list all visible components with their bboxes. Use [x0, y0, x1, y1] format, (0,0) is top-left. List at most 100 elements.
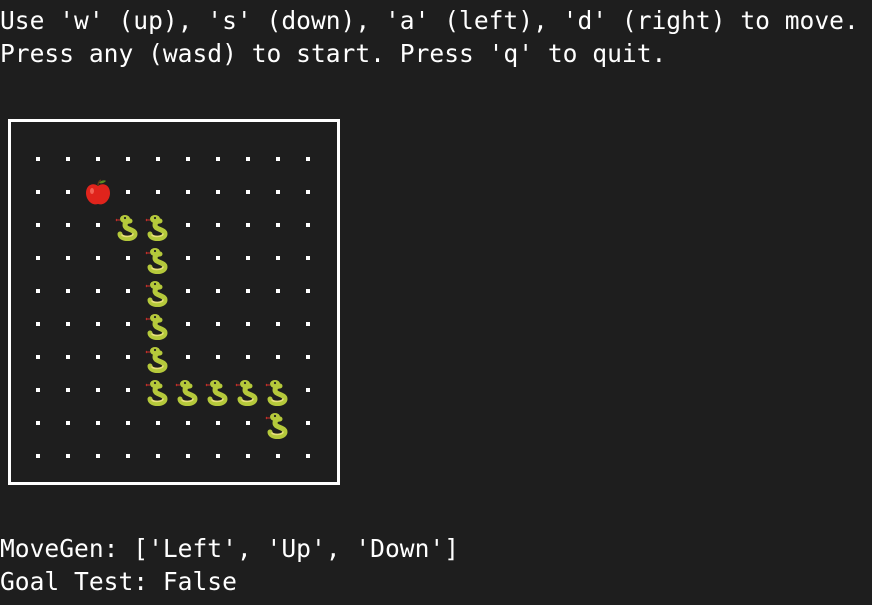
empty-cell	[293, 342, 323, 375]
empty-cell	[53, 177, 83, 210]
empty-cell-dot	[216, 157, 220, 161]
empty-cell-dot	[126, 322, 130, 326]
empty-cell	[23, 177, 53, 210]
empty-cell	[83, 309, 113, 342]
empty-cell-dot	[246, 223, 250, 227]
empty-cell	[173, 243, 203, 276]
empty-cell	[23, 144, 53, 177]
snake-segment	[143, 276, 173, 309]
snake-icon	[235, 380, 258, 406]
movegen-text: MoveGen: ['Left', 'Up', 'Down']	[0, 534, 460, 563]
empty-cell	[113, 441, 143, 474]
empty-cell	[113, 408, 143, 441]
empty-cell	[233, 210, 263, 243]
empty-cell-dot	[66, 289, 70, 293]
empty-cell-dot	[66, 190, 70, 194]
empty-cell	[113, 144, 143, 177]
empty-cell	[53, 441, 83, 474]
empty-cell	[23, 243, 53, 276]
empty-cell	[203, 243, 233, 276]
empty-cell-dot	[216, 289, 220, 293]
empty-cell	[23, 342, 53, 375]
snake-icon	[145, 380, 168, 406]
empty-cell	[53, 342, 83, 375]
empty-cell	[143, 408, 173, 441]
empty-cell	[293, 375, 323, 408]
empty-cell-dot	[96, 322, 100, 326]
empty-cell-dot	[216, 421, 220, 425]
empty-cell-dot	[186, 322, 190, 326]
empty-cell-dot	[36, 322, 40, 326]
empty-cell	[113, 243, 143, 276]
empty-cell	[233, 276, 263, 309]
empty-cell-dot	[276, 157, 280, 161]
empty-cell	[53, 408, 83, 441]
empty-cell	[113, 309, 143, 342]
empty-cell	[233, 309, 263, 342]
empty-cell-dot	[186, 157, 190, 161]
empty-cell	[143, 144, 173, 177]
empty-cell	[203, 177, 233, 210]
empty-cell	[293, 210, 323, 243]
empty-cell	[173, 408, 203, 441]
empty-cell	[263, 342, 293, 375]
empty-cell-dot	[216, 190, 220, 194]
empty-cell	[83, 441, 113, 474]
empty-cell-dot	[306, 223, 310, 227]
empty-cell-dot	[306, 355, 310, 359]
empty-cell	[263, 210, 293, 243]
empty-cell	[263, 243, 293, 276]
empty-cell-dot	[276, 223, 280, 227]
empty-cell	[83, 210, 113, 243]
empty-cell-dot	[306, 190, 310, 194]
empty-cell	[113, 177, 143, 210]
empty-cell-dot	[126, 355, 130, 359]
empty-cell-dot	[36, 388, 40, 392]
empty-cell	[83, 243, 113, 276]
snake-icon	[145, 314, 168, 340]
empty-cell	[293, 441, 323, 474]
empty-cell-dot	[126, 157, 130, 161]
empty-cell-dot	[96, 454, 100, 458]
empty-cell-dot	[156, 157, 160, 161]
empty-cell	[23, 309, 53, 342]
empty-cell-dot	[246, 289, 250, 293]
empty-cell-dot	[36, 190, 40, 194]
empty-cell	[293, 408, 323, 441]
empty-cell	[203, 276, 233, 309]
snake-segment	[263, 408, 293, 441]
empty-cell	[263, 276, 293, 309]
empty-cell-dot	[246, 454, 250, 458]
empty-cell-dot	[306, 421, 310, 425]
empty-cell-dot	[156, 454, 160, 458]
instructions-line-2: Press any (wasd) to start. Press 'q' to …	[0, 39, 667, 68]
empty-cell-dot	[246, 421, 250, 425]
snake-icon	[205, 380, 228, 406]
snake-segment	[263, 375, 293, 408]
empty-cell-dot	[36, 355, 40, 359]
empty-cell	[293, 177, 323, 210]
empty-cell	[293, 144, 323, 177]
empty-cell	[113, 276, 143, 309]
empty-cell-dot	[276, 454, 280, 458]
empty-cell-dot	[126, 289, 130, 293]
snake-segment	[143, 243, 173, 276]
empty-cell-dot	[186, 355, 190, 359]
empty-cell-dot	[66, 421, 70, 425]
empty-cell	[23, 375, 53, 408]
empty-cell-dot	[306, 289, 310, 293]
empty-cell	[53, 144, 83, 177]
empty-cell	[173, 177, 203, 210]
snake-icon	[115, 215, 138, 241]
snake-icon	[265, 380, 288, 406]
empty-cell	[173, 342, 203, 375]
empty-cell	[143, 441, 173, 474]
empty-cell	[293, 309, 323, 342]
empty-cell-dot	[66, 223, 70, 227]
empty-cell	[173, 210, 203, 243]
empty-cell	[203, 144, 233, 177]
snake-segment	[143, 375, 173, 408]
empty-cell-dot	[276, 355, 280, 359]
empty-cell-dot	[216, 454, 220, 458]
empty-cell-dot	[186, 190, 190, 194]
